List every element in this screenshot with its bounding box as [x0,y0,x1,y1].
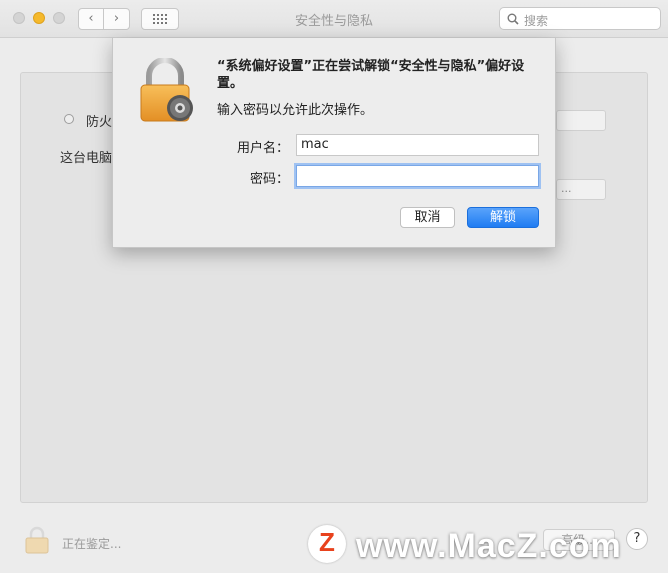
search-placeholder: 搜索 [524,14,549,28]
password-input[interactable] [296,165,539,187]
background-field [556,110,606,131]
dialog-subtitle: 输入密码以允许此次操作。 [217,103,374,118]
title-bar: ‹ › 安全性与隐私 搜索 [0,0,668,38]
watermark-logo: Z [308,525,346,563]
username-input[interactable]: mac [296,134,539,156]
system-preferences-window: ‹ › 安全性与隐私 搜索 防火 这台电脑 ... 正在鉴定... 高级... … [0,0,668,573]
lock-icon[interactable] [24,526,50,554]
watermark-text: www.MacZ.com [356,527,622,565]
password-label: 密码： [249,172,289,187]
firewall-radio[interactable] [64,114,74,124]
status-text: 正在鉴定... [62,537,122,551]
computer-label: 这台电脑 [60,151,113,166]
background-field-2: ... [556,179,606,200]
search-icon [507,13,519,25]
cancel-button[interactable]: 取消 [400,207,455,228]
auth-dialog: “系统偏好设置”正在尝试解锁“安全性与隐私”偏好设置。 输入密码以允许此次操作。… [112,38,556,248]
unlock-button[interactable]: 解锁 [467,207,539,228]
dialog-title: “系统偏好设置”正在尝试解锁“安全性与隐私”偏好设置。 [217,59,525,91]
search-field[interactable]: 搜索 [499,7,661,30]
watermark-logo-letter: Z [319,527,335,557]
lock-gear-icon [140,58,193,122]
username-label: 用户名： [236,141,289,156]
firewall-label: 防火 [86,115,113,130]
help-button[interactable]: ? [626,528,648,550]
